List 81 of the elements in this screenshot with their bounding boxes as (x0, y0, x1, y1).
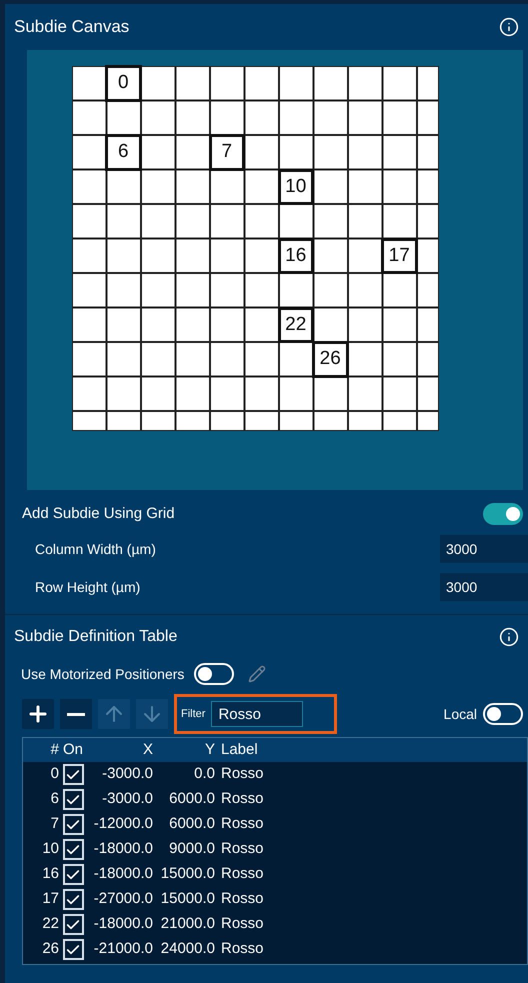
column-header: Y (204, 740, 215, 760)
table-cell-text: 15000.0 (160, 864, 215, 884)
info-icon[interactable] (499, 627, 519, 647)
table-cell-text: 10 (41, 839, 59, 860)
grid-toggle-label: Add Subdie Using Grid (22, 504, 175, 524)
table-cell-text: -21000.0 (92, 939, 153, 960)
table-row[interactable]: 26 -21000.0 24000.0 Rosso (23, 937, 527, 962)
table-cell-text: -12000.0 (92, 814, 153, 834)
info-icon[interactable] (499, 17, 519, 37)
table-cell-text: Rosso (221, 914, 264, 934)
checkbox[interactable] (62, 864, 84, 885)
table-cell-text: -27000.0 (92, 889, 153, 910)
table-row[interactable]: 0 -3000.0 0.0 Rosso (23, 762, 527, 787)
checkbox[interactable] (62, 789, 84, 810)
filter-label: Filter (181, 706, 206, 722)
table-cell-text: 7 (50, 814, 59, 834)
table-row[interactable]: 6 -3000.0 6000.0 Rosso (23, 787, 527, 812)
checkbox[interactable] (62, 889, 84, 910)
table-cell-text: -3000.0 (101, 764, 153, 784)
table-row[interactable]: 17 -27000.0 15000.0 Rosso (23, 887, 527, 912)
number-field[interactable]: 3000 (440, 573, 528, 601)
table-cell-text: -18000.0 (92, 839, 153, 860)
column-header: On (62, 740, 84, 760)
table-cell-text: 17 (41, 889, 59, 910)
table-cell-text: 9000.0 (168, 839, 215, 860)
table-cell-text: -18000.0 (92, 864, 153, 884)
subdie-marker[interactable]: 0 (105, 65, 142, 102)
table-cell-text: -3000.0 (101, 789, 153, 810)
panel-title: Subdie Canvas (14, 16, 130, 38)
filter-field[interactable]: Rosso (211, 701, 304, 727)
subdie-marker[interactable]: 7 (208, 134, 245, 170)
table-cell-text: Rosso (221, 864, 264, 884)
table-cell-text: 16 (41, 864, 59, 884)
table-row[interactable]: 16 -18000.0 15000.0 Rosso (23, 862, 527, 887)
table-row[interactable]: 7 -12000.0 6000.0 Rosso (23, 812, 527, 837)
subdie-marker[interactable]: 17 (381, 238, 418, 274)
table-cell-text: 6000.0 (168, 789, 215, 810)
minus-button[interactable] (60, 699, 92, 729)
toggle-switch[interactable] (194, 663, 234, 685)
table-cell-text: -18000.0 (92, 914, 153, 934)
table-cell-text: Rosso (221, 889, 264, 910)
table-cell-text: 15000.0 (160, 889, 215, 910)
checkbox[interactable] (62, 839, 84, 860)
subdie-marker[interactable]: 6 (105, 134, 142, 170)
checkbox[interactable] (62, 814, 84, 835)
section-title: Subdie Definition Table (14, 627, 178, 647)
table-cell-text: 0 (50, 764, 59, 784)
minus-icon (67, 712, 85, 716)
local-label: Local (444, 704, 477, 724)
field-label: Row Height (µm) (35, 578, 140, 597)
table-cell-text: 22 (41, 914, 59, 934)
pencil-icon[interactable] (248, 665, 266, 683)
subdie-marker[interactable]: 22 (278, 306, 314, 343)
table-cell-text: Rosso (221, 789, 264, 810)
toggle-switch[interactable] (483, 703, 523, 725)
table-cell-text: 24000.0 (160, 939, 215, 960)
subdie-marker[interactable]: 16 (278, 238, 314, 274)
checkbox[interactable] (62, 939, 84, 960)
checkbox[interactable] (62, 914, 84, 935)
table-cell-text: 26 (41, 939, 59, 960)
table-cell-text: 0.0 (193, 764, 215, 784)
table-row[interactable]: 10 -18000.0 9000.0 Rosso (23, 837, 527, 862)
subdie-marker[interactable]: 26 (312, 341, 348, 378)
table-cell-text: 6 (50, 789, 59, 810)
table-row[interactable]: 22 -18000.0 21000.0 Rosso (23, 912, 527, 937)
table-cell-text: Rosso (221, 939, 264, 960)
table-cell-text: Rosso (221, 839, 264, 860)
table-cell-text: 6000.0 (168, 814, 215, 834)
number-field[interactable]: 3000 (440, 535, 528, 563)
checkbox[interactable] (62, 764, 84, 785)
column-header: Label (221, 740, 258, 760)
toggle-switch[interactable] (483, 503, 523, 525)
column-header: # (50, 740, 59, 760)
subdie-marker[interactable]: 10 (278, 168, 314, 205)
field-label: Column Width (µm) (35, 540, 156, 559)
table-cell-text: 21000.0 (160, 914, 215, 934)
plus-button[interactable] (22, 699, 54, 729)
table-cell-text: Rosso (221, 764, 264, 784)
table-cell-text: Rosso (221, 814, 264, 834)
motorized-label: Use Motorized Positioners (21, 664, 184, 684)
column-header: X (142, 740, 153, 760)
